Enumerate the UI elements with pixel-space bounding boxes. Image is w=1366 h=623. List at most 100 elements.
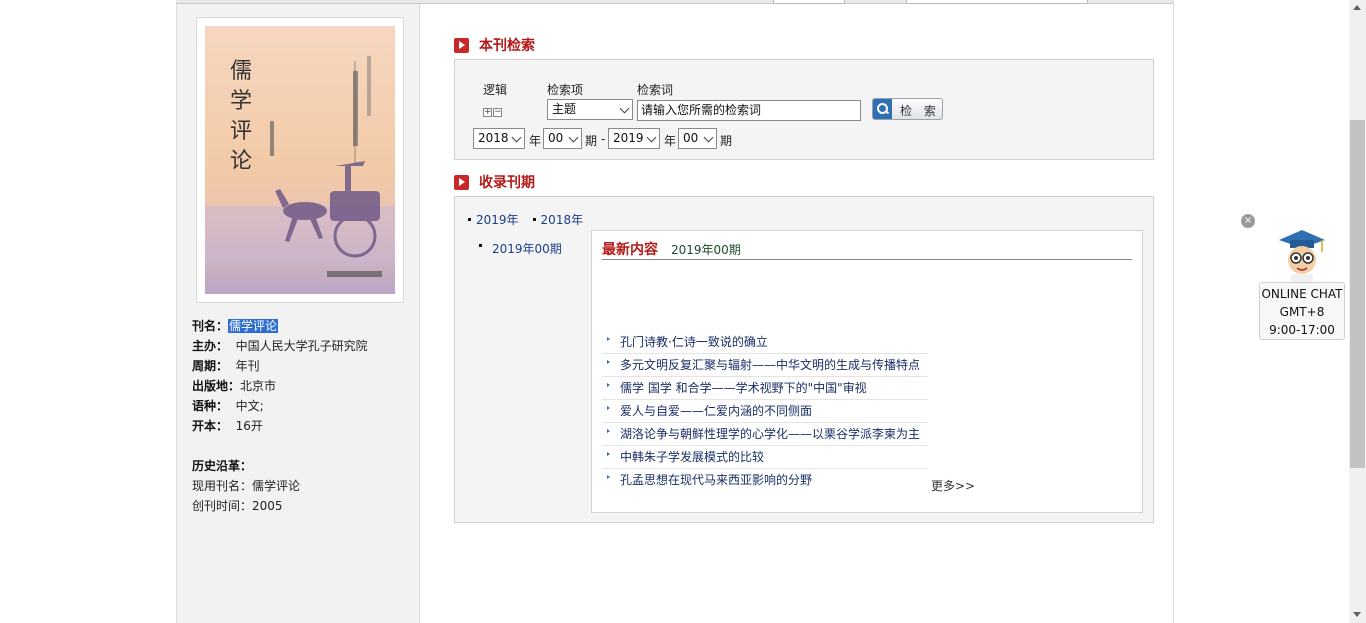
info-label: 主办：	[192, 339, 229, 353]
journal-name-highlighted: 儒学评论	[228, 319, 279, 333]
field-select[interactable]: 主题	[547, 99, 633, 120]
article-link[interactable]: 爱人与自爱——仁爱内涵的不同侧面	[602, 400, 928, 423]
chat-title: ONLINE CHAT	[1261, 287, 1343, 301]
chevron-down-icon	[646, 132, 657, 143]
chevron-down-icon	[703, 132, 714, 143]
svg-text:论: 论	[230, 149, 252, 174]
svg-text:儒: 儒	[230, 59, 252, 84]
issue-link[interactable]: 2019年00期	[479, 240, 562, 257]
current-name-row: 现用刊名：儒学评论	[192, 476, 417, 496]
chevron-down-icon	[511, 132, 522, 143]
current-name-label: 现用刊名：	[192, 479, 253, 493]
search-term-input[interactable]: 请输入您所需的检索词	[637, 100, 861, 121]
scroll-up-arrow-icon[interactable]	[1353, 5, 1361, 10]
article-link[interactable]: 孔孟思想在现代马来西亚影响的分野	[602, 469, 928, 492]
founded-value: 2005	[252, 499, 283, 513]
search-form: 逻辑 检索项 检索词 +− 主题 请输入您所需的检索词 检 索 2018 年 0…	[454, 59, 1154, 160]
latest-content-header: 最新内容 2019年00期	[602, 239, 1132, 260]
close-icon[interactable]: ×	[1241, 214, 1255, 228]
chat-hours: 9:00-17:00	[1269, 323, 1335, 337]
chevron-down-icon	[568, 132, 579, 143]
to-issue-value: 00	[683, 131, 699, 145]
online-chat-widget[interactable]: ONLINE CHAT GMT+8 9:00-17:00	[1259, 228, 1345, 340]
info-label: 出版地：	[192, 379, 241, 393]
info-label: 语种：	[192, 399, 229, 413]
issues-section-title: 收录刊期	[454, 172, 535, 192]
search-button-label: 检 索	[900, 104, 940, 118]
info-row-language: 语种： 中文;	[192, 396, 417, 416]
history-label: 历史沿革：	[192, 459, 253, 473]
info-row-sponsor: 主办： 中国人民大学孔子研究院	[192, 336, 417, 356]
journal-cover-image[interactable]: 儒 学 评 论	[205, 26, 395, 294]
range-dash: -	[601, 132, 606, 146]
arrow-right-icon	[454, 174, 469, 190]
search-title-text: 本刊检索	[479, 38, 535, 54]
from-year-value: 2018	[478, 131, 509, 145]
latest-content-title: 最新内容	[602, 242, 658, 258]
issue-unit: 期	[585, 134, 598, 148]
logic-label: 逻辑	[483, 83, 508, 97]
year-list: 2019年 2018年	[468, 211, 583, 228]
issues-panel: 2019年 2018年 2019年00期 最新内容 2019年00期 孔门诗教·…	[454, 196, 1154, 523]
article-list: 孔门诗教·仁诗一致说的确立 多元文明反复汇聚与辐射——中华文明的生成与传播特点 …	[602, 331, 928, 492]
article-link[interactable]: 中韩朱子学发展模式的比较	[602, 446, 928, 469]
from-year-select[interactable]: 2018	[473, 128, 525, 149]
article-link[interactable]: 孔门诗教·仁诗一致说的确立	[602, 331, 928, 354]
to-year-value: 2019	[613, 131, 644, 145]
to-year-select[interactable]: 2019	[608, 128, 660, 149]
info-row-period: 周期： 年刊	[192, 356, 417, 376]
search-button[interactable]: 检 索	[872, 98, 943, 120]
field-label: 检索项	[547, 83, 584, 97]
info-row-place: 出版地：北京市	[192, 376, 417, 396]
founded-row: 创刊时间：2005	[192, 496, 417, 516]
search-section-title: 本刊检索	[454, 35, 535, 55]
info-value: 年刊	[235, 359, 260, 373]
journal-cover-frame: 儒 学 评 论	[196, 17, 404, 303]
term-label: 检索词	[637, 83, 674, 97]
logic-toggle: +−	[483, 106, 503, 117]
year-unit: 年	[529, 134, 542, 148]
info-value: 中国人民大学孔子研究院	[235, 339, 368, 353]
info-value: 北京市	[240, 379, 277, 393]
from-issue-value: 00	[548, 131, 564, 145]
founded-label: 创刊时间：	[192, 499, 253, 513]
year-unit: 年	[664, 134, 677, 148]
info-value: 中文;	[235, 399, 264, 413]
article-link[interactable]: 儒学 国学 和合学——学术视野下的"中国"审视	[602, 377, 928, 400]
info-row-name: 刊名：儒学评论	[192, 316, 417, 336]
info-label: 刊名：	[192, 319, 229, 333]
more-link[interactable]: 更多>>	[931, 477, 975, 494]
info-value: 16开	[235, 419, 263, 433]
search-term-placeholder: 请输入您所需的检索词	[641, 103, 762, 117]
article-link[interactable]: 多元文明反复汇聚与辐射——中华文明的生成与传播特点	[602, 354, 928, 377]
info-label: 周期：	[192, 359, 229, 373]
year-link[interactable]: 2019年	[468, 211, 519, 228]
chat-avatar-icon	[1279, 230, 1325, 284]
journal-info: 刊名：儒学评论 主办： 中国人民大学孔子研究院 周期： 年刊 出版地：北京市 语…	[192, 316, 417, 516]
scroll-down-arrow-icon[interactable]	[1353, 612, 1361, 617]
field-select-value: 主题	[552, 102, 577, 116]
minus-icon[interactable]: −	[493, 108, 502, 117]
info-row-format: 开本： 16开	[192, 416, 417, 436]
year-link[interactable]: 2018年	[533, 211, 584, 228]
from-issue-select[interactable]: 00	[543, 128, 582, 149]
issues-title-text: 收录刊期	[479, 175, 535, 191]
current-name-value: 儒学评论	[252, 479, 301, 493]
chat-timezone: GMT+8	[1279, 305, 1325, 319]
plus-icon[interactable]: +	[483, 108, 492, 117]
chevron-down-icon	[619, 103, 630, 114]
journal-sidebar: 儒 学 评 论 刊名：儒学评论 主办： 中国人民大学孔子研究院 周期： 年刊 出…	[176, 4, 420, 623]
article-link[interactable]: 湖洛论争与朝鲜性理学的心学化——以栗谷学派李柬为主	[602, 423, 928, 446]
latest-content-panel: 最新内容 2019年00期 孔门诗教·仁诗一致说的确立 多元文明反复汇聚与辐射—…	[591, 230, 1143, 513]
info-label: 开本：	[192, 419, 229, 433]
chat-info-card[interactable]: ONLINE CHAT GMT+8 9:00-17:00	[1259, 282, 1345, 340]
issue-unit: 期	[720, 134, 733, 148]
history-heading: 历史沿革：	[192, 456, 417, 476]
to-issue-select[interactable]: 00	[678, 128, 717, 149]
latest-issue-label: 2019年00期	[671, 243, 741, 257]
search-icon	[873, 99, 892, 119]
scrollbar-thumb[interactable]	[1350, 120, 1365, 468]
svg-text:评: 评	[230, 119, 252, 144]
main-content: 本刊检索 逻辑 检索项 检索词 +− 主题 请输入您所需的检索词 检 索 201…	[421, 4, 1174, 623]
page-scrollbar[interactable]	[1349, 0, 1366, 623]
